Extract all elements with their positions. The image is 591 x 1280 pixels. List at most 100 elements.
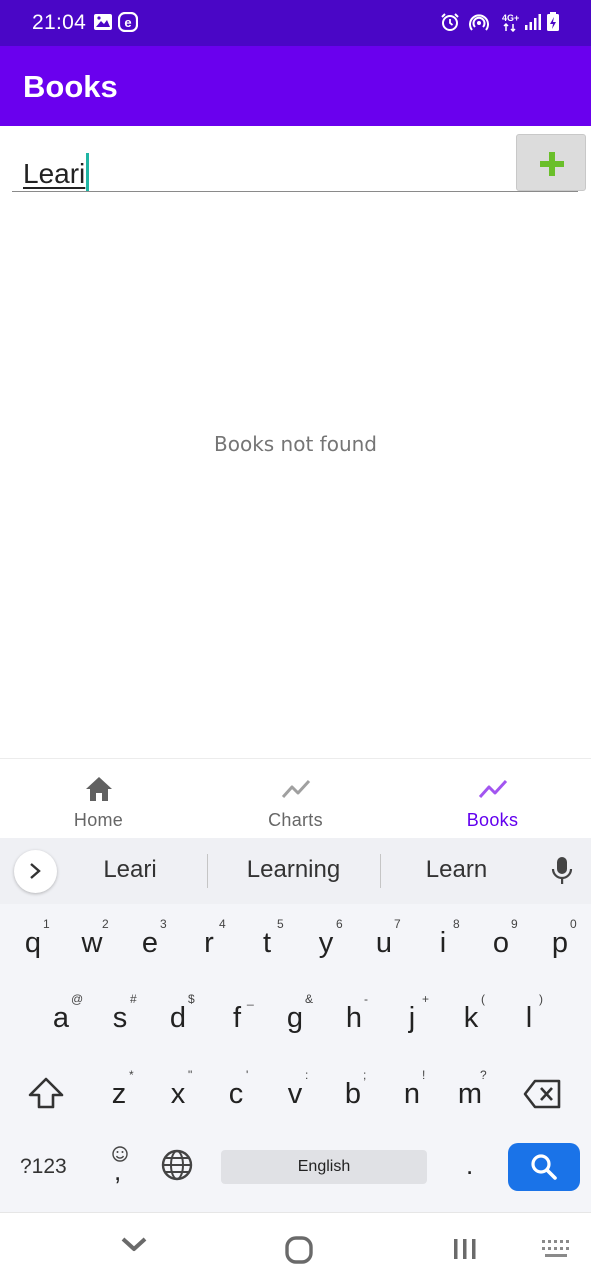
home-icon xyxy=(86,777,112,801)
key-g[interactable]: g & xyxy=(275,990,315,1046)
hotspot-icon xyxy=(469,14,489,31)
keyboard-search-button[interactable] xyxy=(508,1143,580,1191)
key-u[interactable]: u7 xyxy=(364,915,404,971)
key-hint: ( xyxy=(481,992,485,1006)
image-icon xyxy=(94,14,112,30)
empty-state-message: Books not found xyxy=(214,432,377,456)
key-hint: * xyxy=(129,1068,134,1082)
nav-label-books: Books xyxy=(466,810,519,830)
key-label: c xyxy=(228,1078,244,1110)
key-f[interactable]: f _ xyxy=(217,990,257,1046)
globe-icon[interactable] xyxy=(160,1148,194,1182)
key-p[interactable]: p0 xyxy=(540,915,580,971)
app-bar: Books xyxy=(0,46,591,126)
key-y[interactable]: y6 xyxy=(306,915,346,971)
book-search-input[interactable]: Leari xyxy=(12,138,578,192)
key-n[interactable]: n! xyxy=(392,1066,432,1122)
key-hint: _ xyxy=(247,992,254,1006)
key-hint: $ xyxy=(188,992,195,1006)
key-l[interactable]: l) xyxy=(509,990,549,1046)
key-r[interactable]: r4 xyxy=(189,915,229,971)
key-label: f xyxy=(232,1002,242,1034)
space-key[interactable]: English xyxy=(221,1150,427,1184)
suggestion-item[interactable]: Learning xyxy=(212,856,375,884)
home-circle-icon[interactable] xyxy=(284,1235,314,1265)
key-hint: : xyxy=(305,1068,309,1082)
system-navigation-bar xyxy=(0,1212,591,1280)
key-label: g xyxy=(286,1002,304,1034)
expand-toolbar-button[interactable] xyxy=(14,850,57,893)
search-input-value: Leari xyxy=(23,153,90,191)
key-hint: - xyxy=(364,992,368,1006)
key-a[interactable]: a @ xyxy=(41,990,83,1046)
emoji-comma-key[interactable]: , xyxy=(106,1145,136,1186)
key-label: s xyxy=(112,1002,128,1034)
key-label: i xyxy=(439,927,447,959)
nav-item-home[interactable]: Home xyxy=(0,759,197,839)
svg-text:4G+: 4G+ xyxy=(502,13,519,23)
suggestion-item[interactable]: Learn xyxy=(385,856,528,884)
hide-keyboard-icon[interactable] xyxy=(120,1235,148,1255)
key-hint: ; xyxy=(363,1068,367,1082)
alarm-icon xyxy=(441,13,459,31)
key-m[interactable]: m? xyxy=(450,1066,490,1122)
suggestion-item[interactable]: Leari xyxy=(62,856,198,884)
key-b[interactable]: b; xyxy=(333,1066,373,1122)
key-hint: " xyxy=(188,1068,193,1082)
search-row: Leari xyxy=(0,126,591,198)
key-h[interactable]: h- xyxy=(334,990,374,1046)
key-w[interactable]: w2 xyxy=(72,915,112,971)
add-book-button[interactable] xyxy=(516,134,586,191)
key-label: h xyxy=(345,1002,363,1034)
backspace-key-icon[interactable] xyxy=(523,1078,563,1110)
key-label: k xyxy=(463,1002,479,1034)
key-hint: 9 xyxy=(511,917,518,931)
suggestion-divider xyxy=(207,854,208,888)
key-label: b xyxy=(344,1078,362,1110)
key-label: v xyxy=(287,1078,303,1110)
key-hint: 6 xyxy=(336,917,343,931)
key-hint: ! xyxy=(422,1068,426,1082)
key-hint: 0 xyxy=(570,917,577,931)
key-hint: ? xyxy=(480,1068,487,1082)
key-label: j xyxy=(408,1002,416,1034)
key-s[interactable]: s # xyxy=(100,990,140,1046)
battery-icon xyxy=(547,12,559,31)
key-z[interactable]: z * xyxy=(99,1066,139,1122)
key-label: r xyxy=(204,927,214,959)
recents-icon[interactable] xyxy=(451,1235,479,1263)
shift-key-icon[interactable] xyxy=(24,1074,68,1114)
nav-item-books[interactable]: Books xyxy=(394,759,591,839)
key-label: u xyxy=(375,927,393,959)
nav-label-charts: Charts xyxy=(268,810,323,830)
key-q[interactable]: q1 xyxy=(13,915,53,971)
key-e[interactable]: e3 xyxy=(130,915,170,971)
key-o[interactable]: o9 xyxy=(481,915,521,971)
key-v[interactable]: v: xyxy=(275,1066,315,1122)
comma-key-label: , xyxy=(114,1156,122,1186)
key-hint: # xyxy=(130,992,137,1006)
key-hint: 2 xyxy=(102,917,109,931)
key-label: y xyxy=(318,927,334,959)
key-hint: ' xyxy=(246,1068,249,1082)
microphone-icon[interactable] xyxy=(550,856,574,886)
key-k[interactable]: k( xyxy=(451,990,491,1046)
key-label: o xyxy=(492,927,510,959)
keyboard-icon[interactable] xyxy=(541,1239,573,1259)
symbols-key[interactable]: ?123 xyxy=(20,1155,67,1179)
key-label: l xyxy=(525,1002,533,1034)
key-x[interactable]: x " xyxy=(158,1066,198,1122)
key-t[interactable]: t5 xyxy=(247,915,287,971)
nav-item-charts[interactable]: Charts xyxy=(197,759,394,839)
status-time: 21:04 xyxy=(32,11,87,34)
space-key-label: English xyxy=(297,1158,351,1175)
suggestion-bar: Leari Learning Learn xyxy=(0,838,591,904)
key-d[interactable]: d $ xyxy=(158,990,198,1046)
key-i[interactable]: i8 xyxy=(423,915,463,971)
key-label: z xyxy=(111,1078,127,1110)
key-c[interactable]: c ' xyxy=(216,1066,256,1122)
period-key[interactable]: . xyxy=(466,1150,473,1181)
key-label: w xyxy=(81,927,103,959)
chart-line-icon xyxy=(478,779,508,799)
key-j[interactable]: j + xyxy=(392,990,432,1046)
